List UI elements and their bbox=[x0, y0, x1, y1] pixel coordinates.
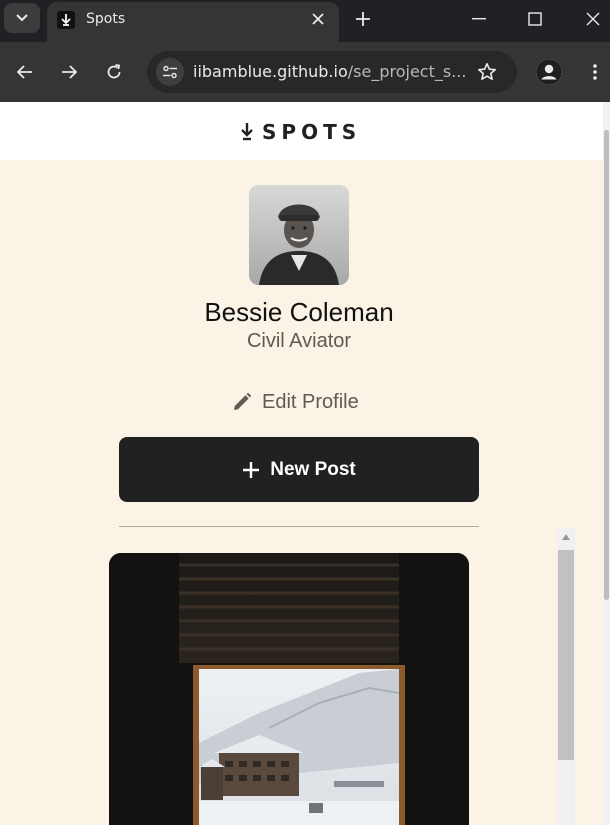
logo-text: SPOTS bbox=[262, 120, 362, 144]
bookmark-star-icon[interactable] bbox=[475, 60, 499, 84]
page-viewport: SPOTS Bessie Coleman Civil Aviator Edit … bbox=[0, 102, 603, 825]
plus-icon bbox=[243, 461, 260, 478]
tab-title: Spots bbox=[86, 11, 126, 27]
new-post-button[interactable]: New Post bbox=[119, 437, 479, 502]
new-tab-icon[interactable] bbox=[350, 6, 376, 32]
inner-scrollbar[interactable] bbox=[557, 528, 575, 825]
profile-avatar bbox=[249, 185, 349, 285]
scroll-up-arrow-icon[interactable] bbox=[561, 532, 571, 542]
close-tab-icon[interactable] bbox=[309, 10, 327, 28]
site-header: SPOTS bbox=[0, 102, 603, 160]
logo-arrow-icon bbox=[241, 123, 253, 141]
page-scrollbar-thumb[interactable] bbox=[604, 130, 609, 600]
url-path: /se_project_s... bbox=[347, 62, 467, 81]
close-window-icon[interactable] bbox=[580, 6, 606, 32]
back-arrow-icon[interactable] bbox=[12, 59, 38, 85]
pencil-icon bbox=[234, 392, 252, 410]
browser-tab-strip: Spots bbox=[0, 0, 610, 42]
minimize-icon[interactable] bbox=[466, 6, 492, 32]
spots-favicon-icon bbox=[57, 11, 75, 29]
more-menu-icon[interactable] bbox=[582, 59, 608, 85]
inner-scrollbar-thumb[interactable] bbox=[558, 550, 574, 760]
browser-toolbar: iibamblue.github.io/se_project_s... bbox=[0, 42, 610, 102]
profile-name: Bessie Coleman bbox=[204, 297, 394, 327]
edit-profile-button[interactable]: Edit Profile bbox=[232, 389, 359, 415]
maximize-icon[interactable] bbox=[522, 6, 548, 32]
card-image[interactable] bbox=[109, 553, 469, 825]
spots-logo[interactable]: SPOTS bbox=[240, 120, 361, 144]
site-settings-icon[interactable] bbox=[156, 58, 184, 86]
chevron-down-icon bbox=[16, 14, 28, 22]
address-bar[interactable]: iibamblue.github.io/se_project_s... bbox=[147, 51, 517, 93]
url-text: iibamblue.github.io/se_project_s... bbox=[193, 62, 466, 81]
url-host: iibamblue.github.io bbox=[193, 62, 348, 81]
forward-arrow-icon[interactable] bbox=[56, 59, 82, 85]
page-scrollbar[interactable] bbox=[603, 102, 610, 825]
reload-icon[interactable] bbox=[101, 59, 127, 85]
tab-search-button[interactable] bbox=[4, 3, 40, 33]
section-divider bbox=[119, 526, 479, 527]
new-post-label: New Post bbox=[270, 458, 356, 480]
browser-tab[interactable]: Spots bbox=[47, 2, 339, 42]
edit-profile-label: Edit Profile bbox=[262, 390, 359, 413]
profile-avatar-icon[interactable] bbox=[536, 59, 562, 85]
profile-job-title: Civil Aviator bbox=[246, 330, 352, 352]
